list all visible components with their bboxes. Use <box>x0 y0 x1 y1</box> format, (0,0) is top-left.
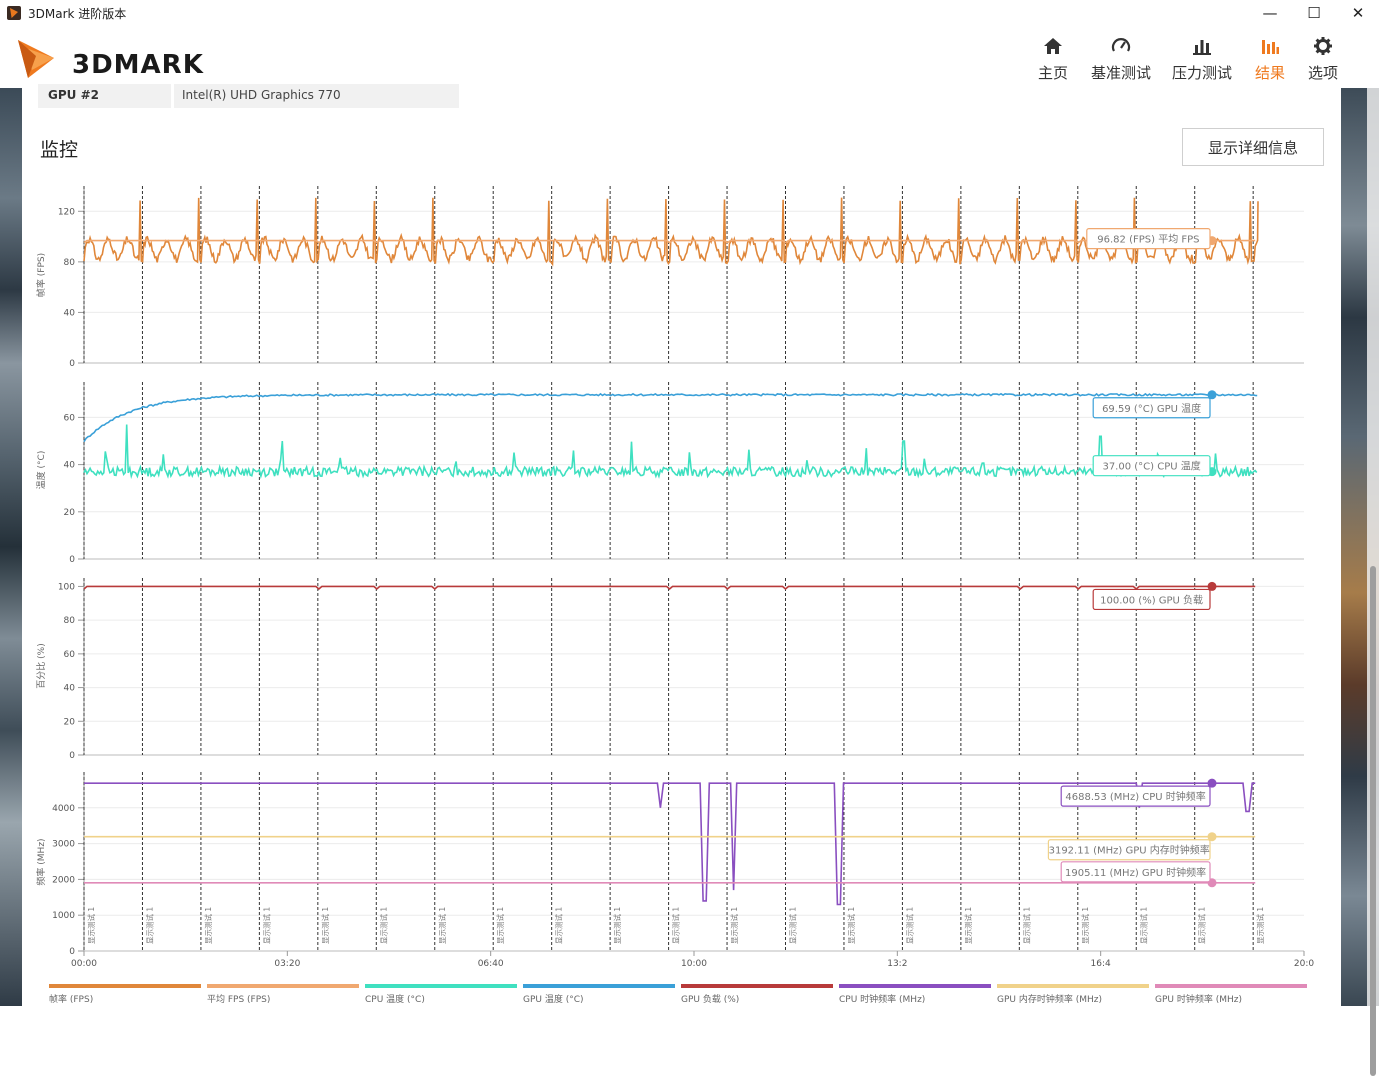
test-marker-label: 显示测试 1 <box>729 907 739 944</box>
value-callout-text: 37.00 (°C) CPU 温度 <box>1102 460 1200 473</box>
x-tick-label: 13:2 <box>887 959 907 969</box>
legend-label: 帧率 (FPS) <box>49 993 93 1005</box>
x-tick-label: 00:00 <box>71 959 97 969</box>
test-marker-label: 显示测试 1 <box>612 907 622 944</box>
y-tick-label: 20 <box>64 508 76 518</box>
test-marker-label: 显示测试 1 <box>320 907 330 944</box>
y-tick-label: 40 <box>64 461 76 471</box>
test-marker-label: 显示测试 1 <box>86 907 96 944</box>
test-marker-label: 显示测试 1 <box>261 907 271 944</box>
y-tick-label: 1000 <box>52 911 75 921</box>
y-tick-label: 20 <box>64 717 76 727</box>
x-tick-label: 20:0 <box>1294 959 1314 969</box>
legend-swatch <box>839 984 991 988</box>
y-tick-label: 2000 <box>52 875 75 885</box>
legend-label: GPU 内存时钟频率 (MHz) <box>997 993 1102 1005</box>
legend-swatch <box>997 984 1149 988</box>
y-axis-label: 帧率 (FPS) <box>35 253 47 297</box>
legend-swatch <box>1155 984 1307 988</box>
test-marker-label: 显示测试 1 <box>1197 907 1207 944</box>
y-tick-label: 120 <box>58 207 75 217</box>
value-callout-text: 96.82 (FPS) 平均 FPS <box>1097 234 1199 246</box>
legend-label: GPU 时钟频率 (MHz) <box>1155 993 1242 1005</box>
legend-label: CPU 时钟频率 (MHz) <box>839 993 925 1005</box>
x-tick-label: 10:00 <box>681 959 707 969</box>
y-tick-label: 0 <box>69 751 75 761</box>
legend-swatch <box>207 984 359 988</box>
test-marker-label: 显示测试 1 <box>378 907 388 944</box>
test-marker-label: 显示测试 1 <box>671 907 681 944</box>
value-callout-text: 3192.11 (MHz) GPU 内存时钟频率 <box>1049 844 1210 857</box>
chart-panel-1: 0 20 40 60 温度 (°C) 69.59 (°C) GPU 温度 37.00 (°C… <box>35 382 1304 565</box>
test-marker-label: 显示测试 1 <box>437 907 447 944</box>
legend-label: GPU 温度 (°C) <box>523 993 584 1005</box>
test-marker-label: 显示测试 1 <box>1138 907 1148 944</box>
legend-label: GPU 负载 (%) <box>681 993 739 1005</box>
y-tick-label: 60 <box>64 413 76 423</box>
series-line <box>83 424 1258 480</box>
test-marker-label: 显示测试 1 <box>963 907 973 944</box>
monitoring-chart: 0 40 80 120 帧率 (FPS) 96.82 (FPS) 平均 FPS 0 20 40 6… <box>35 186 1314 1005</box>
y-axis-label: 频率 (MHz) <box>35 838 47 885</box>
legend-swatch <box>365 984 517 988</box>
y-tick-label: 0 <box>69 359 75 369</box>
test-marker-label: 显示测试 1 <box>1021 907 1031 944</box>
legend-swatch <box>681 984 833 988</box>
test-marker-label: 显示测试 1 <box>495 907 505 944</box>
chart-panel-3: 0 1000 2000 3000 4000 频率 (MHz) 4688.53 (MHz) C… <box>35 772 1314 969</box>
y-tick-label: 4000 <box>52 804 75 814</box>
test-marker-label: 显示测试 1 <box>203 907 213 944</box>
y-tick-label: 60 <box>64 650 76 660</box>
test-marker-label: 显示测试 1 <box>554 907 564 944</box>
value-callout-text: 100.00 (%) GPU 负载 <box>1100 593 1203 606</box>
chart-panel-2: 0 20 40 60 80 100 百分比 (%) 100.00 (%) GPU 负载 <box>35 578 1304 761</box>
legend-swatch <box>523 984 675 988</box>
y-tick-label: 80 <box>64 258 76 268</box>
y-axis-label: 温度 (°C) <box>35 451 47 490</box>
x-tick-label: 06:40 <box>478 959 504 969</box>
y-tick-label: 3000 <box>52 840 75 850</box>
test-marker-label: 显示测试 1 <box>1255 907 1265 944</box>
legend-swatch <box>49 984 201 988</box>
test-marker-label: 显示测试 1 <box>904 907 914 944</box>
test-marker-label: 显示测试 1 <box>788 907 798 944</box>
test-marker-label: 显示测试 1 <box>144 907 154 944</box>
value-callout-text: 1905.11 (MHz) GPU 时钟频率 <box>1065 866 1206 879</box>
legend: 帧率 (FPS) 平均 FPS (FPS) CPU 温度 (°C) GPU 温度 (°… <box>49 984 1307 1005</box>
x-tick-label: 16:4 <box>1091 959 1111 969</box>
value-callout-text: 4688.53 (MHz) CPU 时钟频率 <box>1065 790 1205 803</box>
y-tick-label: 80 <box>64 616 76 626</box>
y-axis-label: 百分比 (%) <box>35 643 47 688</box>
y-tick-label: 40 <box>64 684 76 694</box>
y-tick-label: 100 <box>58 582 75 592</box>
series-line <box>83 197 1259 267</box>
y-tick-label: 40 <box>64 308 76 318</box>
x-tick-label: 03:20 <box>274 959 300 969</box>
chart-panel-0: 0 40 80 120 帧率 (FPS) 96.82 (FPS) 平均 FPS <box>35 186 1304 369</box>
value-callout-text: 69.59 (°C) GPU 温度 <box>1102 402 1201 415</box>
y-tick-label: 0 <box>69 947 75 957</box>
y-tick-label: 0 <box>69 555 75 565</box>
test-marker-label: 显示测试 1 <box>1080 907 1090 944</box>
test-marker-label: 显示测试 1 <box>846 907 856 944</box>
legend-label: 平均 FPS (FPS) <box>207 993 270 1005</box>
legend-label: CPU 温度 (°C) <box>365 993 425 1005</box>
